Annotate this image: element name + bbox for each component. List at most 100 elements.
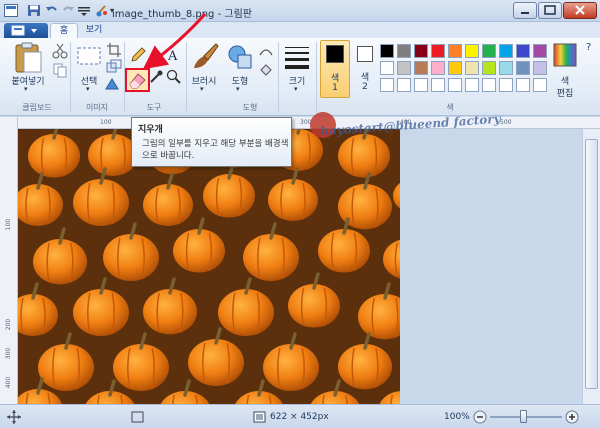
text-icon[interactable]: A: [166, 47, 182, 64]
color-swatch[interactable]: [431, 61, 445, 75]
color-swatch[interactable]: [482, 44, 496, 58]
color-swatch[interactable]: [380, 61, 394, 75]
shapes-icon[interactable]: [226, 42, 256, 72]
color-swatch[interactable]: [533, 44, 547, 58]
color2-number: 2: [362, 82, 368, 92]
magnifier-icon[interactable]: [166, 69, 182, 85]
paste-icon[interactable]: [10, 42, 46, 74]
eraser-icon: [129, 73, 146, 89]
color-swatch[interactable]: [431, 78, 445, 92]
select-icon[interactable]: [76, 44, 102, 68]
pumpkin: [143, 289, 197, 335]
pumpkin: [268, 179, 318, 221]
color-picker-icon[interactable]: [148, 69, 164, 85]
resize-icon[interactable]: [106, 59, 122, 75]
pumpkin: [173, 229, 225, 273]
tab-view[interactable]: 보기: [80, 23, 108, 38]
copy-icon[interactable]: [52, 62, 68, 78]
size-icon[interactable]: [284, 44, 310, 70]
vertical-ruler: 100 200 300 400: [0, 117, 18, 404]
color-swatch[interactable]: [516, 61, 530, 75]
undo-icon[interactable]: [45, 4, 59, 17]
color-swatch[interactable]: [397, 61, 411, 75]
app-menu-button[interactable]: [4, 23, 48, 38]
color-swatch[interactable]: [414, 44, 428, 58]
zoom-slider-thumb[interactable]: [520, 410, 527, 423]
color-swatch[interactable]: [431, 44, 445, 58]
vertical-scrollbar[interactable]: [582, 129, 600, 404]
color-swatch[interactable]: [448, 44, 462, 58]
outline-icon[interactable]: [258, 43, 274, 59]
color-swatch[interactable]: [465, 61, 479, 75]
fill-shape-icon[interactable]: [258, 61, 274, 77]
canvas-area[interactable]: [18, 129, 582, 404]
paste-label[interactable]: 붙여넣기: [4, 74, 52, 87]
shapes-dropdown-icon[interactable]: ▾: [236, 85, 240, 93]
color-swatch[interactable]: [516, 78, 530, 92]
color-swatch[interactable]: [499, 61, 513, 75]
color-swatch[interactable]: [397, 78, 411, 92]
color-swatch[interactable]: [414, 78, 428, 92]
pumpkin: [338, 344, 392, 390]
zoom-in-button[interactable]: [564, 409, 580, 425]
brushes-label[interactable]: 브러시: [186, 74, 222, 87]
save-icon[interactable]: [27, 4, 41, 17]
pumpkin: [113, 344, 169, 392]
color-swatch[interactable]: [414, 61, 428, 75]
colors-group-label: 색: [446, 103, 454, 112]
color1-button[interactable]: 색 1: [320, 40, 350, 98]
pumpkin: [203, 174, 255, 218]
color-swatch[interactable]: [397, 44, 411, 58]
customize-qat-icon[interactable]: [77, 4, 91, 17]
color-swatch[interactable]: [533, 61, 547, 75]
color-swatch[interactable]: [482, 78, 496, 92]
shapes-group-label: 도형: [242, 103, 258, 112]
help-icon[interactable]: ?: [586, 42, 591, 53]
ruler-tick: 200: [5, 318, 13, 331]
cut-icon[interactable]: [52, 43, 68, 59]
pumpkin: [143, 184, 193, 226]
zoom-out-button[interactable]: [472, 409, 488, 425]
pumpkin: [103, 234, 159, 282]
color-swatch[interactable]: [465, 44, 479, 58]
close-button[interactable]: [563, 2, 597, 19]
image-size-icon: [252, 409, 268, 425]
vertical-scrollbar-thumb[interactable]: [585, 139, 598, 389]
color-swatch[interactable]: [448, 61, 462, 75]
color-swatch[interactable]: [499, 78, 513, 92]
brushes-dropdown-icon[interactable]: ▾: [200, 85, 204, 93]
color2-button[interactable]: 색 2: [352, 40, 380, 98]
eraser-tool-highlight[interactable]: [125, 68, 150, 92]
tab-home[interactable]: 홈: [50, 23, 78, 38]
shapes-label[interactable]: 도형: [222, 74, 258, 87]
rotate-icon[interactable]: [104, 76, 120, 92]
ruler-tick: 100: [5, 218, 13, 231]
color-swatch[interactable]: [516, 44, 530, 58]
color-swatch[interactable]: [499, 44, 513, 58]
fill-icon[interactable]: [148, 47, 164, 63]
crop-icon[interactable]: [106, 42, 122, 58]
color1-number: 1: [332, 83, 338, 93]
minimize-button[interactable]: [513, 2, 537, 19]
title-bar: ▾ image_thumb_8.png - 그림판: [0, 0, 600, 22]
pencil-icon[interactable]: [130, 47, 146, 63]
maximize-button[interactable]: [538, 2, 562, 19]
paste-dropdown-icon[interactable]: ▾: [24, 85, 28, 93]
image-canvas[interactable]: [18, 129, 400, 404]
color-swatch[interactable]: [465, 78, 479, 92]
paint-app-icon[interactable]: [4, 4, 18, 17]
color-swatch[interactable]: [380, 44, 394, 58]
zoom-level: 100%: [444, 412, 470, 422]
window-title: image_thumb_8.png - 그림판: [112, 9, 252, 20]
redo-icon[interactable]: [61, 4, 75, 17]
size-dropdown-icon[interactable]: ▾: [294, 85, 298, 93]
color-swatch[interactable]: [533, 78, 547, 92]
color-swatch[interactable]: [380, 78, 394, 92]
status-bar: 622 × 452px 100%: [0, 404, 600, 428]
color-swatch[interactable]: [482, 61, 496, 75]
edit-colors-icon[interactable]: [552, 42, 578, 68]
select-dropdown-icon[interactable]: ▾: [86, 85, 90, 93]
brush-icon[interactable]: [190, 42, 220, 72]
color-swatch[interactable]: [448, 78, 462, 92]
edit-colors-label-2[interactable]: 편집: [550, 86, 580, 99]
